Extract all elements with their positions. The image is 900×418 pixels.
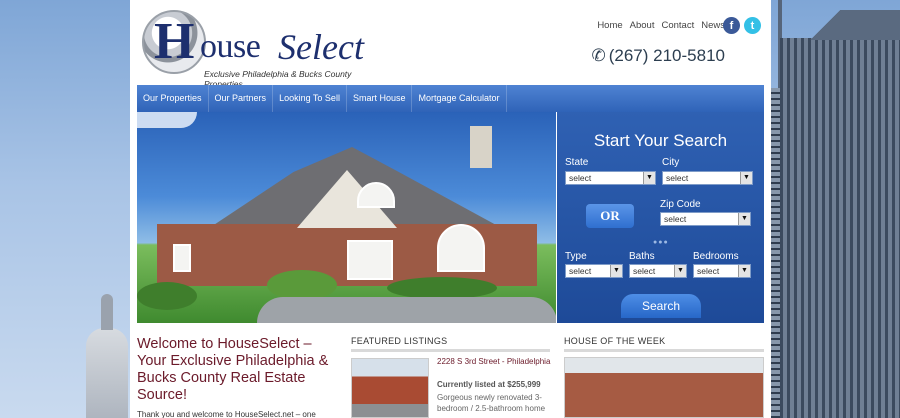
type-select[interactable]: select ▼ — [565, 264, 623, 278]
search-button[interactable]: Search — [621, 294, 701, 318]
state-label: State — [565, 157, 589, 168]
nav-mortgage-calculator[interactable]: Mortgage Calculator — [412, 85, 507, 112]
zip-select[interactable]: select ▼ — [660, 212, 751, 226]
logo-word-select: Select — [278, 27, 364, 67]
welcome-heading: Welcome to HouseSelect – Your Exclusive … — [137, 336, 329, 403]
or-divider: OR — [586, 204, 634, 228]
chevron-down-icon: ▼ — [738, 265, 750, 277]
skyscraper-right — [780, 10, 900, 418]
welcome-text: Thank you and welcome to HouseSelect.net… — [137, 410, 316, 418]
facebook-icon[interactable]: f — [723, 17, 740, 34]
listing-price: Currently listed at $255,999 — [437, 380, 541, 389]
nav-looking-to-sell[interactable]: Looking To Sell — [273, 85, 347, 112]
logo-word-house: ouse — [200, 28, 261, 65]
chevron-down-icon: ▼ — [740, 172, 752, 184]
featured-listings-title: FEATURED LISTINGS — [351, 336, 448, 346]
listing-photo[interactable] — [351, 358, 429, 418]
chevron-down-icon: ▼ — [674, 265, 686, 277]
topnav-about[interactable]: About — [630, 20, 655, 31]
type-label: Type — [565, 251, 587, 262]
phone-number: ✆ (267) 210-5810 — [591, 46, 725, 66]
city-select[interactable]: select ▼ — [662, 171, 753, 185]
page-container: H ouse Select Exclusive Philadelphia & B… — [130, 0, 771, 418]
chevron-down-icon: ▼ — [643, 172, 655, 184]
search-panel: Start Your Search State select ▼ City sel… — [557, 112, 764, 323]
bedrooms-select[interactable]: select ▼ — [693, 264, 751, 278]
listing-description: Gorgeous newly renovated 3-bedroom / 2.5… — [437, 393, 546, 413]
header: H ouse Select Exclusive Philadelphia & B… — [130, 0, 771, 89]
logo-badge: H — [142, 10, 206, 74]
nav-smart-house[interactable]: Smart House — [347, 85, 413, 112]
nav-our-properties[interactable]: Our Properties — [137, 85, 209, 112]
hero-house-photo — [137, 112, 556, 323]
house-of-week-photo[interactable] — [564, 357, 764, 418]
topnav-contact[interactable]: Contact — [661, 20, 694, 31]
search-title: Start Your Search — [593, 131, 728, 150]
site-logo[interactable]: H ouse Select Exclusive Philadelphia & B… — [138, 6, 378, 89]
phone-text: (267) 210-5810 — [608, 46, 725, 65]
city-label: City — [662, 157, 680, 168]
topnav-news[interactable]: News — [701, 20, 725, 31]
top-nav: Home About Contact News — [597, 20, 725, 31]
twitter-icon[interactable]: t — [744, 17, 761, 34]
chevron-down-icon: ▼ — [738, 213, 750, 225]
phone-icon: ✆ — [591, 46, 606, 65]
city-hall-tower — [101, 294, 113, 330]
listing-title-link[interactable]: 2228 S 3rd Street - Philadelphia — [437, 357, 552, 367]
bedrooms-label: Bedrooms — [693, 251, 739, 262]
chevron-down-icon: ▼ — [610, 265, 622, 277]
house-of-week-divider — [564, 349, 764, 352]
house-of-week-title: HOUSE OF THE WEEK — [564, 336, 666, 346]
state-select[interactable]: select ▼ — [565, 171, 656, 185]
social-links: f t — [723, 17, 761, 34]
baths-select[interactable]: select ▼ — [629, 264, 687, 278]
nav-our-partners[interactable]: Our Partners — [209, 85, 274, 112]
featured-divider — [351, 349, 550, 352]
topnav-home[interactable]: Home — [597, 20, 622, 31]
city-hall-building — [86, 328, 128, 418]
zip-label: Zip Code — [660, 199, 701, 210]
divider-dots: ●●● — [653, 239, 669, 246]
main-nav: Our Properties Our Partners Looking To S… — [137, 85, 764, 112]
baths-label: Baths — [629, 251, 655, 262]
